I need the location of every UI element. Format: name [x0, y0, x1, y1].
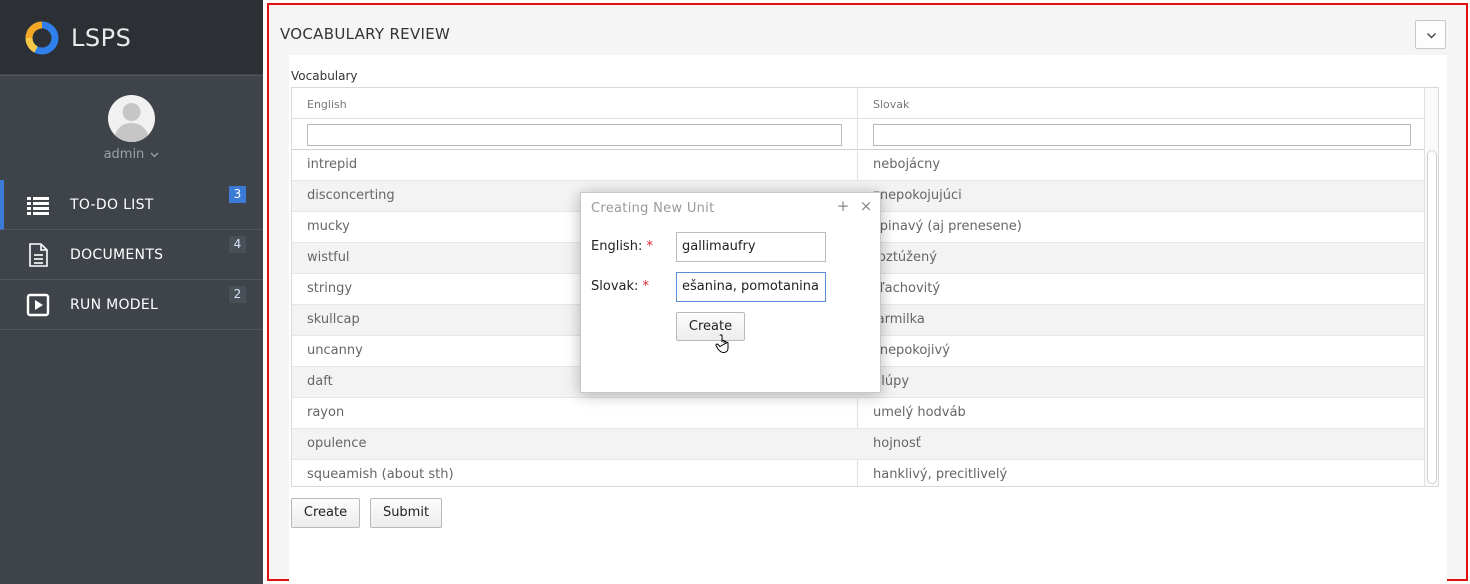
- sidebar-item-documents[interactable]: DOCUMENTS 4: [0, 230, 263, 280]
- table-row[interactable]: intrepid nebojácny: [292, 150, 1424, 181]
- list-icon: [27, 197, 49, 215]
- slovak-cell: šľachovitý: [873, 281, 941, 296]
- slovak-cell: hanklivý, precitlivelý: [873, 467, 1008, 482]
- table-row[interactable]: opulence hojnosť: [292, 429, 1424, 460]
- english-cell: skullcap: [307, 312, 360, 327]
- column-header-english[interactable]: English: [307, 98, 347, 111]
- english-field[interactable]: gallimaufry: [676, 232, 826, 262]
- english-cell: rayon: [307, 405, 345, 420]
- user-menu[interactable]: admin: [0, 147, 263, 162]
- maximize-button[interactable]: +: [835, 198, 851, 214]
- count-badge: 3: [229, 186, 246, 203]
- sidebar: LSPS admin TO-DO LIST 3 DOCUMENTS 4 RUN …: [0, 0, 263, 584]
- filter-row: [292, 119, 1424, 150]
- slovak-cell: znepokojujúci: [873, 188, 962, 203]
- avatar[interactable]: [108, 95, 155, 142]
- table-row[interactable]: squeamish (about sth) hanklivý, precitliv…: [292, 460, 1424, 486]
- required-mark: *: [646, 239, 653, 254]
- sidebar-item-todo-list[interactable]: TO-DO LIST 3: [0, 180, 263, 230]
- english-cell: disconcerting: [307, 188, 395, 203]
- document-icon: [29, 243, 48, 267]
- sidebar-item-label: TO-DO LIST: [70, 197, 154, 213]
- user-silhouette-icon: [113, 103, 150, 142]
- chevron-down-icon: [1427, 33, 1436, 39]
- slovak-cell: nebojácny: [873, 157, 941, 172]
- dialog-create-button[interactable]: Create: [676, 312, 745, 341]
- user-name: admin: [103, 147, 145, 162]
- sidebar-nav: TO-DO LIST 3 DOCUMENTS 4 RUN MODEL 2: [0, 180, 263, 330]
- vocabulary-label: Vocabulary: [291, 69, 358, 83]
- count-badge: 4: [229, 236, 246, 253]
- slovak-cell: roztúžený: [873, 250, 937, 265]
- slovak-label-text: Slovak:: [591, 279, 639, 294]
- english-cell: daft: [307, 374, 333, 389]
- sidebar-item-label: DOCUMENTS: [70, 247, 164, 263]
- slovak-cell: hojnosť: [873, 436, 921, 451]
- scrollbar-thumb[interactable]: [1427, 150, 1437, 484]
- english-cell: squeamish (about sth): [307, 467, 454, 482]
- column-header-slovak[interactable]: Slovak: [873, 98, 909, 111]
- english-cell: opulence: [307, 436, 367, 451]
- sidebar-item-label: RUN MODEL: [70, 297, 159, 313]
- brand-header: LSPS: [0, 0, 263, 74]
- dialog-title: Creating New Unit: [591, 201, 715, 216]
- english-cell: uncanny: [307, 343, 363, 358]
- english-field-label: English: *: [591, 239, 653, 254]
- grid-header: English Slovak: [292, 88, 1424, 119]
- hand-cursor-icon: [715, 334, 729, 354]
- english-cell: mucky: [307, 219, 350, 234]
- english-cell: stringy: [307, 281, 353, 296]
- slovak-filter-input[interactable]: [873, 124, 1411, 146]
- slovak-field-label: Slovak: *: [591, 279, 649, 294]
- create-button[interactable]: Create: [291, 498, 360, 528]
- create-unit-dialog: Creating New Unit + × English: * gallima…: [580, 192, 881, 393]
- logo-icon: [25, 21, 59, 55]
- user-block: admin: [0, 75, 263, 180]
- submit-button[interactable]: Submit: [370, 498, 442, 528]
- play-icon: [26, 293, 50, 317]
- count-badge: 2: [229, 286, 246, 303]
- english-label-text: English:: [591, 239, 643, 254]
- close-button[interactable]: ×: [858, 198, 874, 214]
- slovak-cell: umelý hodváb: [873, 405, 966, 420]
- table-row[interactable]: rayon umelý hodváb: [292, 398, 1424, 429]
- app-name: LSPS: [71, 24, 132, 52]
- english-filter-input[interactable]: [307, 124, 842, 146]
- sidebar-item-run-model[interactable]: RUN MODEL 2: [0, 280, 263, 330]
- collapse-button[interactable]: [1415, 20, 1446, 49]
- english-cell: intrepid: [307, 157, 358, 172]
- slovak-cell: špinavý (aj prenesene): [873, 219, 1022, 234]
- chevron-down-icon: [150, 152, 159, 157]
- page-title: VOCABULARY REVIEW: [280, 25, 451, 43]
- vertical-scrollbar[interactable]: [1424, 88, 1438, 486]
- english-cell: wistful: [307, 250, 350, 265]
- slovak-field[interactable]: ešanina, pomotanina: [676, 272, 826, 302]
- slovak-cell: znepokojivý: [873, 343, 950, 358]
- required-mark: *: [642, 279, 650, 294]
